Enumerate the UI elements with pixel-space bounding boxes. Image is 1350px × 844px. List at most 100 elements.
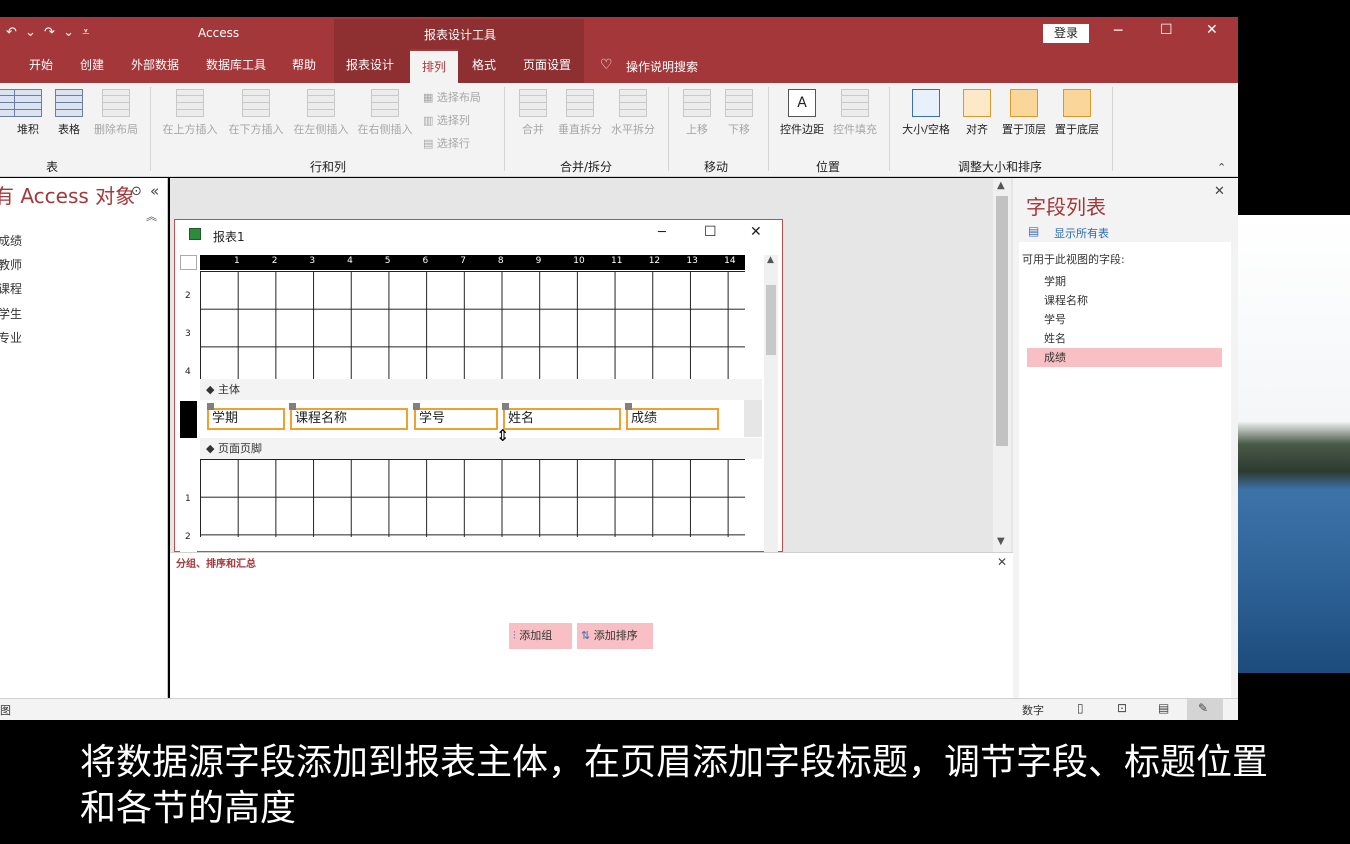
stacked-button[interactable]: 堆积 xyxy=(13,89,43,137)
select-column-button[interactable]: ▥ 选择列 xyxy=(423,112,470,128)
move-handle[interactable] xyxy=(207,403,214,410)
field-score-textbox[interactable]: 成绩 xyxy=(626,408,719,430)
vruler-label: 2 xyxy=(185,291,191,301)
design-view-button[interactable]: ✎ xyxy=(1187,699,1223,720)
align-button[interactable]: 对齐 xyxy=(962,89,992,137)
field-list-subtitle: 可用于此视图的字段: xyxy=(1022,253,1125,266)
field-item-name[interactable]: 姓名 xyxy=(1027,329,1222,348)
field-student-id-textbox[interactable]: 学号 xyxy=(414,408,498,430)
quick-access-toolbar[interactable]: ↶ ⌄ ↷ ⌄ ⩡ xyxy=(6,25,91,40)
context-tool-label: 报表设计工具 xyxy=(424,28,497,42)
tab-database-tools[interactable]: 数据库工具 xyxy=(206,49,266,83)
nav-item-courses[interactable]: 课程 xyxy=(0,277,22,301)
horizontal-ruler: 1 2 3 4 5 6 7 8 9 10 11 12 13 14 xyxy=(200,255,745,270)
remove-layout-button[interactable]: 删除布局 xyxy=(92,89,140,137)
scroll-up-icon[interactable]: ▲ xyxy=(997,180,1005,191)
move-up-button[interactable]: 上移 xyxy=(680,89,714,137)
tab-home[interactable]: 开始 xyxy=(29,49,53,83)
lightbulb-icon: ♡ xyxy=(600,57,613,73)
tab-create[interactable]: 创建 xyxy=(80,49,104,83)
tab-help[interactable]: 帮助 xyxy=(292,49,316,83)
field-term-textbox[interactable]: 学期 xyxy=(207,408,285,430)
merge-button[interactable]: 合并 xyxy=(516,89,550,137)
add-sort-button[interactable]: ⇅ 添加排序 xyxy=(577,623,653,649)
group-label-position: 位置 xyxy=(816,160,841,174)
select-row-button[interactable]: ▤ 选择行 xyxy=(423,135,470,151)
insert-below-icon xyxy=(242,89,270,117)
tab-page-setup[interactable]: 页面设置 xyxy=(523,49,571,83)
report-selector[interactable] xyxy=(180,255,197,270)
tabular-button[interactable]: 表格 xyxy=(54,89,84,137)
field-list-close-icon[interactable]: ✕ xyxy=(1214,184,1225,199)
field-item-term[interactable]: 学期 xyxy=(1027,272,1222,291)
collapse-ribbon-icon[interactable]: ⌃ xyxy=(1217,161,1226,174)
insert-left-button[interactable]: 在左侧插入 xyxy=(291,89,351,137)
field-item-student-id[interactable]: 学号 xyxy=(1027,310,1222,329)
ruler-label: 13 xyxy=(686,256,698,266)
page-footer-grid[interactable] xyxy=(200,459,745,537)
section-bar-page-footer[interactable]: ◆ 页面页脚 xyxy=(200,438,762,459)
report-scroll-thumb[interactable] xyxy=(766,285,776,355)
tell-me-search[interactable]: 操作说明搜索 xyxy=(626,58,698,75)
move-handle[interactable] xyxy=(502,403,509,410)
control-padding-button[interactable]: 控件填充 xyxy=(830,89,880,137)
scroll-up-icon[interactable]: ▲ xyxy=(767,255,774,265)
control-margins-icon: A xyxy=(788,89,816,117)
nav-item-teachers[interactable]: 教师 xyxy=(0,253,22,277)
background-photo xyxy=(1238,215,1350,673)
field-course-textbox[interactable]: 课程名称 xyxy=(290,408,408,430)
report-close-button[interactable]: ✕ xyxy=(750,224,762,240)
nav-pane-title[interactable]: 有 Access 对象 xyxy=(0,180,135,209)
report-maximize-button[interactable]: ☐ xyxy=(704,224,717,240)
split-vertical-button[interactable]: 垂直拆分 xyxy=(556,89,604,137)
page-header-grid[interactable] xyxy=(200,271,745,379)
ribbon-tabs: 开始 创建 外部数据 数据库工具 帮助 报表设计 排列 格式 页面设置 ♡ 操作… xyxy=(0,49,1238,83)
layout-view-icon[interactable]: ▤ xyxy=(1158,701,1169,715)
move-handle[interactable] xyxy=(625,403,632,410)
nav-item-scores[interactable]: 成绩 xyxy=(0,229,22,253)
field-item-score-selected[interactable]: 成绩 xyxy=(1027,348,1222,367)
gridlines-button[interactable] xyxy=(0,89,16,121)
scroll-thumb[interactable] xyxy=(996,196,1008,446)
tab-external-data[interactable]: 外部数据 xyxy=(131,49,179,83)
move-down-button[interactable]: 下移 xyxy=(722,89,756,137)
field-name-textbox[interactable]: 姓名 xyxy=(503,408,621,430)
status-bar: 图 数字 ▯ ⊡ ▤ ✎ xyxy=(0,698,1238,720)
report-minimize-button[interactable]: ─ xyxy=(658,225,666,240)
section-bar-detail[interactable]: ◆ 主体 xyxy=(200,379,762,400)
context-tool-header: 报表设计工具 xyxy=(334,19,584,49)
nav-item-students[interactable]: 学生 xyxy=(0,302,22,326)
group-pane-close-icon[interactable]: ✕ xyxy=(997,555,1007,569)
tab-format[interactable]: 格式 xyxy=(472,49,496,83)
maximize-button[interactable]: ☐ xyxy=(1160,22,1173,38)
tab-arrange[interactable]: 排列 xyxy=(410,49,458,83)
close-button[interactable]: ✕ xyxy=(1206,22,1218,38)
work-area-scrollbar[interactable]: ▲ ▼ xyxy=(993,178,1011,552)
field-item-course[interactable]: 课程名称 xyxy=(1027,291,1222,310)
scroll-down-icon[interactable]: ▼ xyxy=(997,536,1005,547)
print-preview-icon[interactable]: ⊡ xyxy=(1117,701,1127,715)
control-margins-button[interactable]: A 控件边距 xyxy=(777,89,827,137)
insert-right-button[interactable]: 在右侧插入 xyxy=(355,89,415,137)
send-back-button[interactable]: 置于底层 xyxy=(1053,89,1101,137)
insert-above-button[interactable]: 在上方插入 xyxy=(160,89,220,137)
nav-collapse-icon[interactable]: « xyxy=(150,182,159,200)
split-horizontal-button[interactable]: 水平拆分 xyxy=(609,89,657,137)
report-view-icon[interactable]: ▯ xyxy=(1077,701,1084,715)
show-all-tables-link[interactable]: 显示所有表 xyxy=(1054,225,1109,241)
move-handle[interactable] xyxy=(413,403,420,410)
insert-below-button[interactable]: 在下方插入 xyxy=(226,89,286,137)
nav-item-majors[interactable]: 专业 xyxy=(0,326,22,350)
move-handle[interactable] xyxy=(289,403,296,410)
chevron-up-icon[interactable]: ︽ xyxy=(146,208,157,224)
ruler-label: 6 xyxy=(422,256,429,266)
select-layout-button[interactable]: ▦ 选择布局 xyxy=(423,89,481,105)
login-button[interactable]: 登录 xyxy=(1043,24,1089,43)
nav-dropdown-icon[interactable]: ⊙ xyxy=(131,184,142,199)
tab-report-design[interactable]: 报表设计 xyxy=(346,49,394,83)
add-group-button[interactable]: ⫶ 添加组 xyxy=(509,623,572,649)
bring-front-button[interactable]: 置于顶层 xyxy=(1000,89,1048,137)
report-scrollbar[interactable]: ▲ xyxy=(764,255,778,552)
size-space-button[interactable]: 大小/空格 xyxy=(898,89,954,137)
minimize-button[interactable]: ─ xyxy=(1114,23,1122,39)
